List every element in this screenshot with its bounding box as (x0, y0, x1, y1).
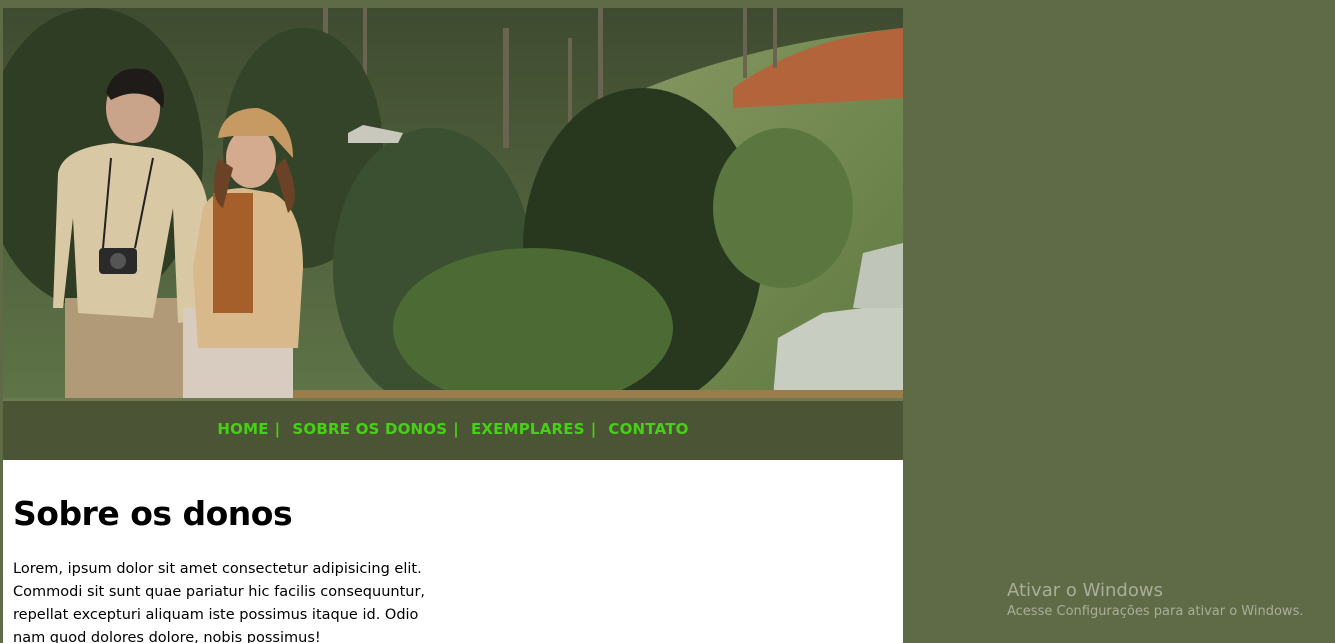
nav-link-contato[interactable]: CONTATO (608, 420, 688, 438)
section-title: Sobre os donos (13, 494, 293, 533)
section-body-text: Lorem, ipsum dolor sit amet consectetur … (13, 561, 426, 643)
nav-separator: | (590, 420, 597, 438)
about-section: Sobre os donos Lorem, ipsum dolor sit am… (3, 460, 903, 643)
nav-link-exemplares[interactable]: EXEMPLARES (471, 420, 585, 438)
couple-photo-image (3, 8, 903, 398)
nav-separator: | (274, 420, 281, 438)
nav-link-home[interactable]: HOME (217, 420, 268, 438)
main-navbar: HOME | SOBRE OS DONOS | EXEMPLARES | CONTATO (3, 398, 903, 460)
watermark-title: Ativar o Windows (1007, 580, 1163, 601)
nav-link-sobre-os-donos[interactable]: SOBRE OS DONOS (292, 420, 447, 438)
windows-activation-watermark: Ativar o Windows Acesse Configurações pa… (1007, 580, 1303, 619)
nav-separator: | (453, 420, 459, 438)
watermark-subtitle: Acesse Configurações para ativar o Windo… (1007, 604, 1304, 619)
page-container: HOME | SOBRE OS DONOS | EXEMPLARES | CONTATO S… (3, 8, 903, 643)
hero-image (3, 8, 903, 398)
